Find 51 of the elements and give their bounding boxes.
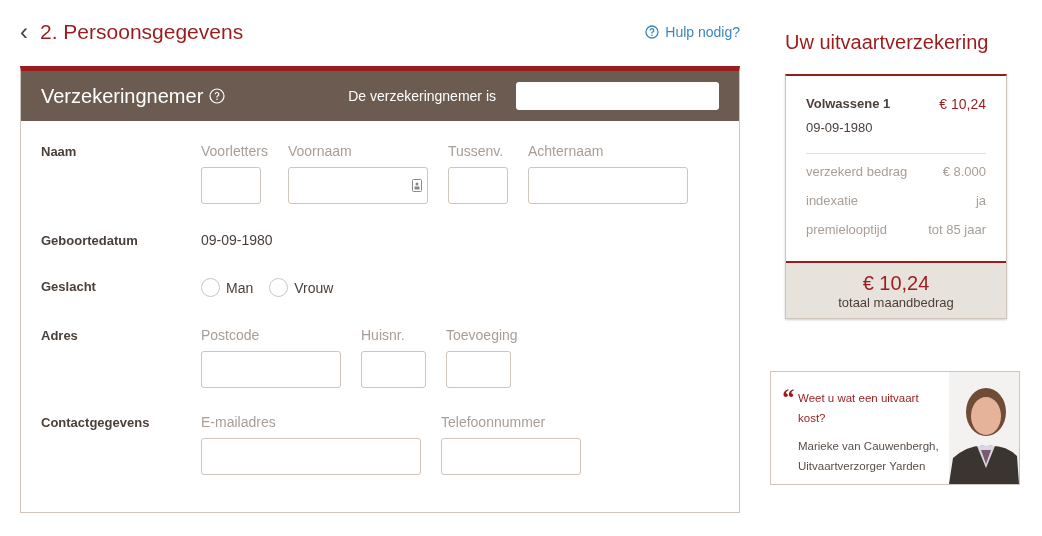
back-icon[interactable]: ‹ <box>20 20 28 44</box>
quote-mark: “ <box>781 386 794 414</box>
input-field[interactable] <box>361 351 426 388</box>
person-price: € 10,24 <box>939 96 986 112</box>
contact-card-icon[interactable] <box>411 179 422 192</box>
field-label: Voornaam <box>287 143 353 159</box>
page-title: 2. Persoonsgegevens <box>40 20 245 44</box>
field-label: Huisnr. <box>361 327 406 343</box>
help-icon <box>645 25 660 39</box>
select-label: De verzekeringnemer is <box>348 88 496 104</box>
row-label: Geboortedatum <box>41 232 139 248</box>
detail-value: ja <box>975 193 986 208</box>
input-field[interactable] <box>447 167 508 204</box>
field-label: Postcode <box>201 327 261 343</box>
input-field[interactable] <box>201 438 421 475</box>
field-label: E-mailadres <box>201 414 277 430</box>
input-field[interactable] <box>201 167 261 204</box>
person-name: Volwassene 1 <box>806 96 891 112</box>
select-field[interactable] <box>516 82 719 110</box>
detail-label: premielooptijd <box>806 222 887 237</box>
input-field[interactable] <box>527 167 688 204</box>
input-field[interactable] <box>287 167 428 204</box>
quote-author: Marieke van Cauwenbergh, <box>798 439 939 454</box>
row-label: Geslacht <box>41 278 97 296</box>
total-amount: € 10,24 <box>862 272 930 295</box>
detail-label: indexatie <box>806 193 859 208</box>
birthdate-value: 09-09-1980 <box>806 120 873 135</box>
detail-label: verzekerd bedrag <box>806 164 908 179</box>
help-icon[interactable] <box>209 88 226 104</box>
quote-text: Weet u wat een uitvaart kost? <box>798 391 920 426</box>
input-field[interactable] <box>201 351 341 388</box>
row-label: Adres <box>41 327 79 345</box>
total-label: totaal maandbedrag <box>838 295 954 310</box>
birthdate-value: 09-09-1980 <box>201 232 273 248</box>
field-label: Voorletters <box>201 143 268 159</box>
radio-label[interactable]: Man <box>226 279 254 296</box>
field-label: Toevoeging <box>446 327 518 343</box>
detail-value: tot 85 jaar <box>928 222 986 237</box>
summary-title: Uw uitvaartverzekering <box>785 31 990 54</box>
quote-role: Uitvaartverzorger Yarden <box>798 459 927 474</box>
help-link[interactable]: Hulp nodig? <box>645 24 740 40</box>
row-label: Naam <box>41 143 78 161</box>
radio-label[interactable]: Vrouw <box>294 279 334 296</box>
input-field[interactable] <box>441 438 581 475</box>
field-label: Tussenv. <box>447 143 505 159</box>
field-label: Achternaam <box>527 143 605 159</box>
field-label: Telefoonnummer <box>441 414 547 430</box>
input-field[interactable] <box>446 351 511 388</box>
row-label: Contactgegevens <box>41 414 151 432</box>
section-title: Verzekeringnemer <box>41 84 204 108</box>
detail-value: € 8.000 <box>942 164 986 179</box>
